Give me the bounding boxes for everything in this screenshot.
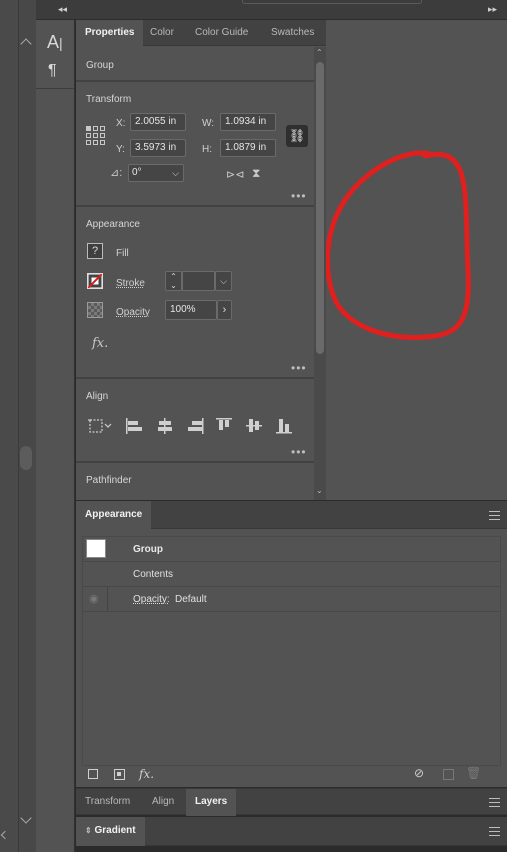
add-effect-button[interactable]: fx. [139, 767, 154, 781]
constrain-proportions-icon[interactable]: ⛓ [286, 125, 308, 147]
w-field[interactable]: 1.0934 in [220, 113, 276, 131]
flip-horizontal-icon[interactable]: ⊳⊲ [226, 168, 244, 181]
character-panel-icon[interactable]: A| [47, 32, 63, 53]
stroke-weight-stepper[interactable]: ⌃ ⌄ [165, 271, 182, 291]
panel-menu-icon[interactable] [489, 827, 500, 836]
divider [76, 461, 314, 463]
divider [107, 587, 108, 611]
duplicate-item-icon [443, 769, 454, 780]
tab-appearance[interactable]: Appearance [76, 501, 152, 530]
transform-more-options[interactable]: ••• [291, 190, 307, 202]
y-label: Y: [116, 144, 125, 155]
divider [76, 205, 314, 207]
bottom-tabbar: Transform Align Layers [76, 788, 507, 816]
align-to-selection-icon [88, 419, 112, 433]
stroke-swatch-icon[interactable] [87, 273, 103, 289]
opacity-attribute-value: Default [175, 594, 207, 605]
tab-color[interactable]: Color [141, 20, 183, 46]
canvas-vertical-scrollbar[interactable] [18, 0, 36, 852]
add-fill-icon[interactable] [114, 769, 125, 780]
drawn-red-circle [325, 150, 471, 340]
x-label: X: [116, 118, 126, 129]
visibility-eye-icon[interactable]: ◉ [89, 592, 99, 605]
list-item[interactable]: Contents [83, 562, 500, 587]
contents-label: Contents [133, 569, 174, 580]
flip-vertical-icon[interactable]: ⧗ [252, 166, 260, 181]
panel-icon-dock: A| ¶ [36, 20, 75, 852]
chevron-down-icon[interactable]: ⌵ [215, 271, 232, 291]
rotate-angle-field[interactable]: 0° ⌵ [128, 164, 184, 182]
fill-swatch-icon[interactable]: ? [87, 243, 103, 259]
tab-properties[interactable]: Properties [76, 20, 144, 47]
fx-effects-button[interactable]: fx. [92, 336, 108, 351]
expand-panels-icon[interactable]: ▸▸ [488, 4, 497, 15]
list-item[interactable]: ◉ Opacity: Default [83, 587, 500, 612]
appearance-title: Appearance [86, 219, 140, 230]
stroke-label[interactable]: Stroke [116, 278, 145, 289]
search-field[interactable] [242, 0, 422, 4]
w-label: W: [202, 118, 215, 129]
divider [76, 377, 314, 379]
scroll-down-icon[interactable]: ⌄ [316, 486, 323, 495]
h-field[interactable]: 1.0879 in [220, 139, 276, 157]
freehand-stroke [325, 150, 471, 340]
properties-scrollbar-thumb[interactable] [316, 62, 324, 354]
align-top-icon [216, 418, 232, 430]
canvas-area[interactable] [325, 20, 507, 500]
properties-panel: Properties Color Color Guide Swatches Gr… [76, 20, 326, 500]
appearance-tabbar: Appearance [76, 501, 507, 530]
appearance-more-options[interactable]: ••• [291, 362, 307, 374]
paragraph-panel-icon[interactable]: ¶ [48, 62, 57, 80]
panel-menu-icon[interactable] [489, 798, 500, 807]
align-vertical-center-icon [246, 419, 262, 432]
clear-appearance-icon[interactable]: ⊘ [414, 766, 424, 780]
reference-point-icon[interactable] [86, 126, 105, 145]
rotate-angle-icon: ⊿: [110, 167, 123, 179]
opacity-icon [87, 302, 103, 318]
expand-collapse-icon[interactable]: ⇕ [85, 826, 92, 835]
tab-align[interactable]: Align [143, 789, 183, 815]
tab-gradient[interactable]: ⇕ Gradient [76, 817, 145, 846]
stroke-weight-field[interactable] [182, 271, 215, 291]
selection-type-label: Group [86, 60, 114, 71]
h-label: H: [202, 144, 212, 155]
fill-label: Fill [116, 248, 129, 259]
appearance-list: Group Contents ◉ Opacity: Default [82, 536, 501, 766]
divider [76, 80, 314, 82]
opacity-label[interactable]: Opacity [116, 307, 150, 318]
align-left-icon [126, 418, 142, 434]
scroll-up-icon[interactable]: ⌃ [316, 48, 323, 57]
list-item[interactable]: Group [83, 537, 500, 562]
align-more-options[interactable]: ••• [291, 446, 307, 458]
align-right-icon [188, 418, 204, 434]
object-thumbnail [86, 539, 106, 558]
chevron-right-icon[interactable]: › [217, 300, 232, 320]
group-label: Group [133, 544, 163, 555]
align-title: Align [86, 391, 109, 402]
top-bar: ◂◂ ▸▸ [36, 0, 507, 20]
transform-title: Transform [86, 94, 132, 105]
tab-layers[interactable]: Layers [186, 789, 237, 816]
panel-menu-icon[interactable] [489, 511, 500, 520]
chevron-down-icon: ⌵ [172, 168, 179, 178]
align-horizontal-center-icon [158, 418, 172, 434]
opacity-field[interactable]: 100% [165, 300, 217, 320]
appearance-panel: Appearance Group Contents ◉ Opacity: Def… [76, 501, 507, 787]
opacity-attribute-label[interactable]: Opacity: [133, 594, 170, 605]
collapse-panels-icon[interactable]: ◂◂ [58, 4, 67, 15]
x-field[interactable]: 2.0055 in [130, 113, 186, 131]
y-field[interactable]: 3.5973 in [130, 139, 186, 157]
delete-item-icon: 🗑 [466, 766, 482, 780]
tab-color-guide[interactable]: Color Guide [186, 20, 257, 46]
scrollbar-thumb[interactable] [20, 446, 32, 470]
add-stroke-icon[interactable] [88, 769, 98, 779]
align-buttons-row [88, 418, 292, 434]
tab-transform[interactable]: Transform [76, 789, 139, 815]
gradient-tabbar: ⇕ Gradient [76, 817, 507, 846]
pathfinder-title: Pathfinder [86, 475, 132, 486]
properties-tabbar: Properties Color Color Guide Swatches [76, 20, 326, 47]
align-bottom-icon [276, 419, 292, 434]
tab-swatches[interactable]: Swatches [262, 20, 323, 46]
dock-separator [36, 88, 74, 89]
